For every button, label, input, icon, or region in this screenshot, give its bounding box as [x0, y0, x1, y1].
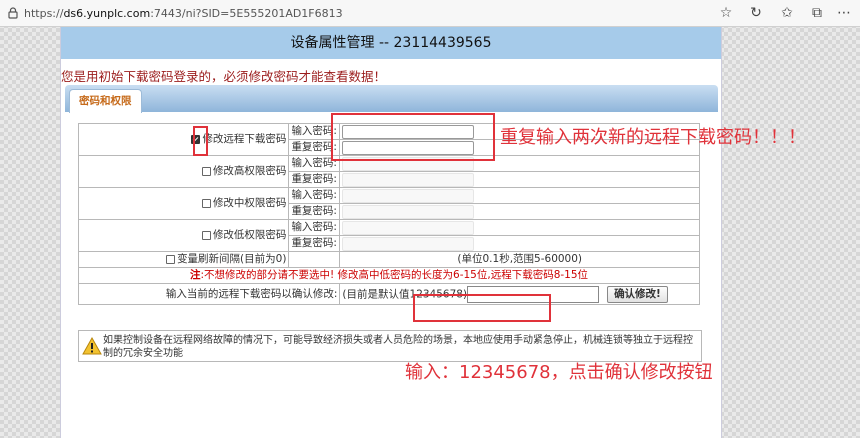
browser-address-bar[interactable]: https://ds6.yunplc.com:7443/ni?SID=5E555… [0, 0, 860, 27]
tab-strip: 密码和权限 [65, 85, 718, 113]
field-label: 重复密码: [288, 203, 341, 220]
refresh-label-cell: 变量刷新间隔(目前为0) [77, 251, 290, 268]
confirm-row: 输入当前的远程下载密码以确认修改: (目前是默认值12345678) 确认修改! [77, 283, 700, 305]
safety-notice-text: 如果控制设备在远程网络故障的情况下，可能导致经济损失或者人员危险的场景，本地应使… [103, 335, 693, 359]
group-label-cell: 修改中权限密码 [77, 187, 290, 220]
password-input[interactable] [342, 220, 475, 235]
note-text: :不想修改的部分请不要选中! 修改高中低密码的长度为6-15位,远程下载密码8-… [200, 269, 589, 281]
field-input-cell [339, 171, 700, 188]
url-scheme: https:// [24, 7, 64, 20]
password-input[interactable] [342, 188, 475, 203]
field-label: 输入密码: [288, 219, 341, 236]
password-group-row: 修改中权限密码 输入密码: [77, 187, 700, 220]
annotation-box-checkbox [193, 126, 208, 156]
annotation-text-bottom: 输入：12345678，点击确认修改按钮 [405, 362, 713, 383]
star-icon[interactable]: ☆ [718, 5, 734, 21]
login-warning: 您是用初始下载密码登录的，必须修改密码才能查看数据！ [61, 69, 387, 84]
refresh-range: (单位0.1秒,范围5-60000) [339, 251, 700, 268]
annotation-text-top: 重复输入两次新的远程下载密码！！！ [500, 127, 806, 148]
warning-icon [82, 337, 102, 355]
field-input-cell [339, 187, 700, 204]
field-input-cell [339, 235, 700, 252]
group-checkbox[interactable] [201, 198, 211, 208]
group-label: 修改远程下载密码 [202, 133, 287, 145]
password-input[interactable] [342, 172, 475, 187]
lock-icon[interactable] [6, 6, 20, 20]
field-input-cell [339, 219, 700, 236]
confirm-label: 输入当前的远程下载密码以确认修改: [77, 283, 341, 305]
favorites-icon[interactable]: ✩ [779, 5, 795, 21]
url-host: ds6.yunplc.com [63, 7, 151, 20]
refresh-icon[interactable]: ↻ [748, 5, 764, 21]
group-label: 修改中权限密码 [212, 197, 287, 209]
more-icon[interactable]: ⋯ [836, 5, 852, 21]
group-label: 修改低权限密码 [212, 229, 287, 241]
password-group-row: 修改低权限密码 输入密码: [77, 219, 700, 252]
field-label: 重复密码: [288, 235, 341, 252]
annotation-box-password-inputs [331, 113, 495, 161]
confirm-button[interactable]: 确认修改! [607, 285, 668, 303]
field-label: 重复密码: [288, 171, 341, 188]
group-checkbox[interactable] [201, 166, 211, 176]
refresh-empty [288, 251, 341, 268]
tab-password-permission[interactable]: 密码和权限 [69, 89, 142, 113]
refresh-label: 变量刷新间隔(目前为0) [177, 253, 287, 265]
group-checkbox[interactable] [201, 230, 211, 240]
note-cell: 注:不想修改的部分请不要选中! 修改高中低密码的长度为6-15位,远程下载密码8… [78, 267, 700, 284]
annotation-box-confirm [413, 294, 551, 322]
password-input[interactable] [342, 204, 475, 219]
password-input[interactable] [342, 236, 475, 251]
url-text[interactable]: https://ds6.yunplc.com:7443/ni?SID=5E555… [24, 7, 343, 20]
field-label: 输入密码: [288, 187, 341, 204]
note-prefix: 注 [189, 269, 201, 281]
refresh-row: 变量刷新间隔(目前为0) (单位0.1秒,范围5-60000) [77, 251, 700, 268]
field-input-cell [339, 203, 700, 220]
group-label-cell: 修改远程下载密码 [77, 123, 290, 156]
collections-icon[interactable]: ⧉ [809, 5, 825, 21]
group-label: 修改高权限密码 [212, 165, 287, 177]
note-row: 注:不想修改的部分请不要选中! 修改高中低密码的长度为6-15位,远程下载密码8… [78, 267, 700, 284]
group-label-cell: 修改低权限密码 [77, 219, 290, 252]
page-title: 设备属性管理 -- 23114439565 [61, 27, 721, 59]
group-label-cell: 修改高权限密码 [77, 155, 290, 188]
refresh-checkbox[interactable] [166, 254, 176, 264]
url-path: :7443/ni?SID=5E555201AD1F6813 [150, 7, 343, 20]
